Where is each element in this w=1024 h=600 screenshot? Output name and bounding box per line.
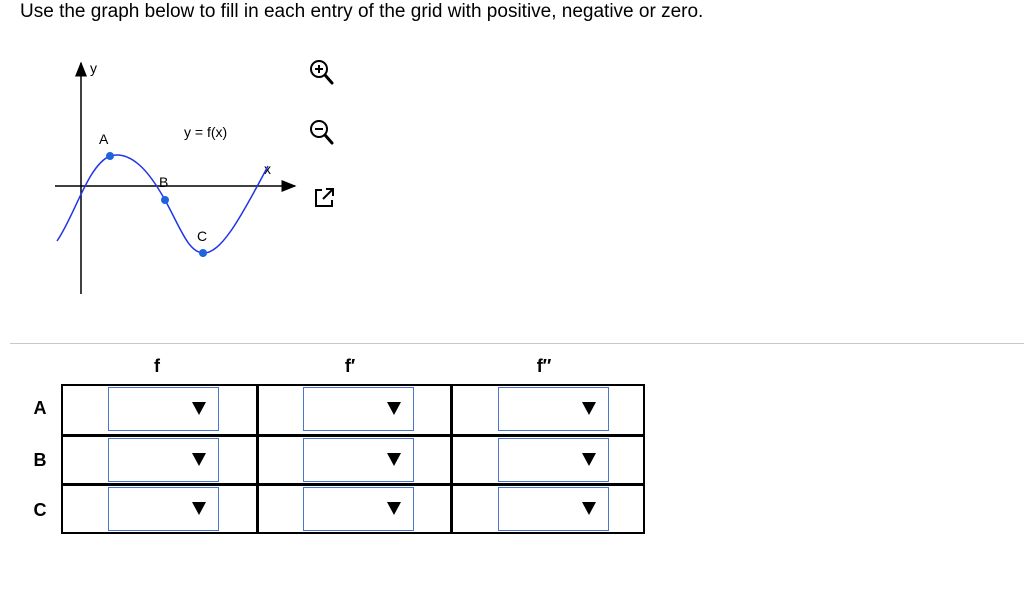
column-header-f-double-prime: f′′ (536, 356, 552, 376)
function-graph: y x y = f(x) A B C (55, 60, 297, 294)
curve-label: y = f(x) (184, 124, 227, 140)
row-header-b: B (33, 450, 47, 470)
point-a (106, 152, 114, 160)
grid-divider (63, 434, 643, 437)
point-b (161, 196, 169, 204)
triangle-down-icon (192, 402, 206, 415)
point-a-label: A (99, 131, 109, 147)
zoom-in-button[interactable] (303, 54, 339, 90)
section-divider (10, 343, 1024, 344)
curve (56, 154, 269, 254)
triangle-down-icon (582, 453, 596, 466)
point-c-label: C (197, 228, 207, 244)
popout-button[interactable] (306, 180, 342, 216)
row-header-a: A (33, 398, 47, 418)
triangle-down-icon (387, 502, 401, 515)
triangle-down-icon (387, 402, 401, 415)
select-a-f[interactable] (108, 387, 219, 431)
x-axis-label: x (264, 161, 271, 177)
row-header-c: C (33, 500, 47, 520)
column-header-f: f (154, 356, 160, 376)
zoom-out-button[interactable] (303, 114, 339, 150)
answer-grid (61, 384, 645, 534)
select-b-f[interactable] (108, 438, 219, 482)
zoom-out-icon (310, 120, 334, 145)
zoom-in-icon (310, 60, 334, 85)
question-text: Use the graph below to fill in each entr… (20, 1, 704, 22)
select-c-f[interactable] (108, 487, 219, 531)
column-header-f-prime: f′ (344, 356, 356, 376)
triangle-down-icon (582, 502, 596, 515)
select-b-f-double-prime[interactable] (498, 438, 609, 482)
select-a-f-double-prime[interactable] (498, 387, 609, 431)
select-c-f-prime[interactable] (303, 487, 414, 531)
triangle-down-icon (582, 402, 596, 415)
triangle-down-icon (192, 453, 206, 466)
select-b-f-prime[interactable] (303, 438, 414, 482)
external-window-icon (315, 188, 334, 207)
triangle-down-icon (387, 453, 401, 466)
point-c (199, 249, 207, 257)
grid-divider (450, 386, 453, 532)
grid-divider (256, 386, 259, 532)
select-c-f-double-prime[interactable] (498, 487, 609, 531)
triangle-down-icon (192, 502, 206, 515)
grid-divider (63, 483, 643, 486)
select-a-f-prime[interactable] (303, 387, 414, 431)
point-b-label: B (159, 174, 168, 190)
y-axis-label: y (90, 60, 97, 76)
